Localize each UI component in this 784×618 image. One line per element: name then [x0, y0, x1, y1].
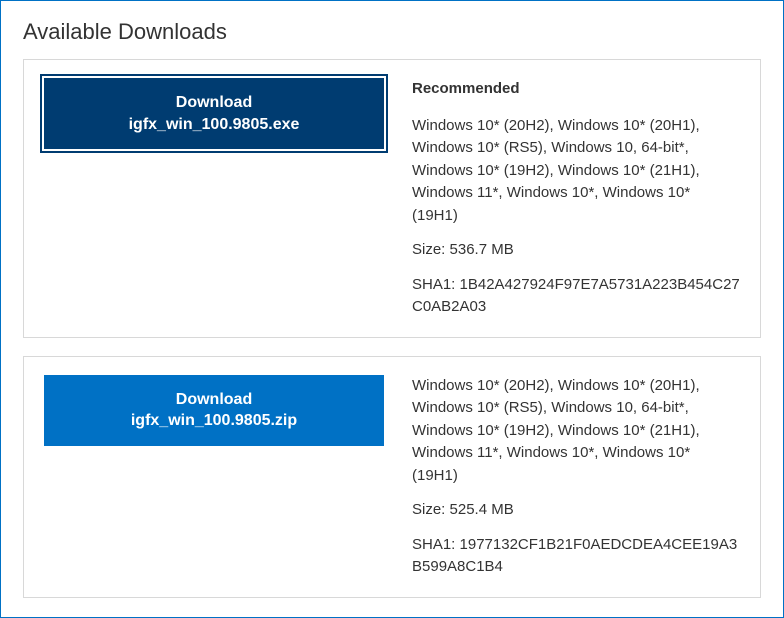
recommended-badge: Recommended [412, 78, 740, 101]
download-button-filename: igfx_win_100.9805.zip [56, 410, 372, 432]
download-button-label: Download [56, 92, 372, 114]
download-card: Download igfx_win_100.9805.exe Recommend… [23, 59, 761, 338]
card-left-col: Download igfx_win_100.9805.zip [44, 375, 384, 579]
download-button-filename: igfx_win_100.9805.exe [56, 114, 372, 136]
section-title: Available Downloads [23, 19, 761, 45]
file-size: Size: 536.7 MB [412, 239, 740, 262]
file-size: Size: 525.4 MB [412, 499, 740, 522]
os-list: Windows 10* (20H2), Windows 10* (20H1), … [412, 375, 740, 488]
file-sha1: SHA1: 1977132CF1B21F0AEDCDEA4CEE19A3B599… [412, 534, 740, 579]
download-button-exe[interactable]: Download igfx_win_100.9805.exe [44, 78, 384, 149]
card-right-col: Recommended Windows 10* (20H2), Windows … [412, 78, 740, 319]
download-button-label: Download [56, 389, 372, 411]
download-card: Download igfx_win_100.9805.zip Windows 1… [23, 356, 761, 598]
download-button-zip[interactable]: Download igfx_win_100.9805.zip [44, 375, 384, 446]
card-right-col: Windows 10* (20H2), Windows 10* (20H1), … [412, 375, 740, 579]
card-left-col: Download igfx_win_100.9805.exe [44, 78, 384, 319]
os-list: Windows 10* (20H2), Windows 10* (20H1), … [412, 115, 740, 228]
file-sha1: SHA1: 1B42A427924F97E7A5731A223B454C27C0… [412, 274, 740, 319]
